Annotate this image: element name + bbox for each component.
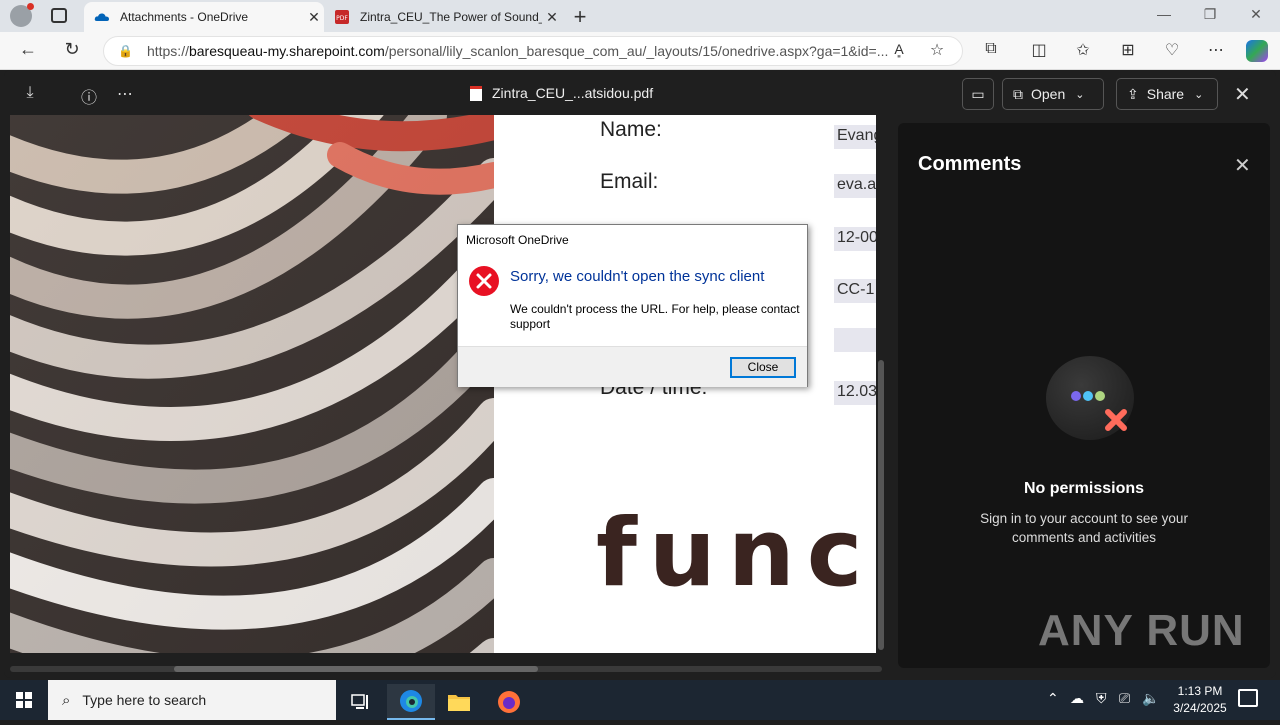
tab-onedrive[interactable]: Attachments - OneDrive ✕ [84,2,324,32]
show-hidden-icons-icon[interactable]: ⌃ [1047,690,1059,707]
restore-icon[interactable]: ❐ [1187,6,1233,23]
volume-icon[interactable]: 🔈 [1142,690,1159,707]
url-domain: baresqueau-my.sharepoint.com [188,43,385,59]
clock-date: 3/24/2025 [1173,701,1227,715]
dialog-close-button[interactable]: Close [730,357,796,378]
open-button[interactable]: ⧉ Open ⌄ [1002,78,1104,110]
onedrive-tray-icon[interactable]: ☁ [1070,690,1084,707]
pdf-icon: PDF [334,9,350,25]
error-icon [469,266,499,296]
vertical-scrollbar[interactable] [878,360,884,650]
dialog-heading: Sorry, we couldn't open the sync client [510,268,765,285]
open-external-icon: ⧉ [1013,85,1023,102]
url-field[interactable]: 🔒 https://baresqueau-my.sharepoint.com/p… [103,36,963,66]
onedrive-icon [94,9,110,25]
favorite-star-icon[interactable]: ☆ [926,40,948,60]
taskbar-search[interactable]: ⌕ Type here to search [48,680,336,720]
dialog-footer: Close [458,346,807,387]
close-tab-icon[interactable]: ✕ [304,9,324,26]
network-icon[interactable]: ⎚ [1119,690,1130,707]
edge-taskbar-icon[interactable] [387,684,435,720]
more-menu-icon[interactable]: ⋯ [1205,40,1227,60]
close-comments-icon[interactable]: ✕ [1234,153,1251,178]
info-icon[interactable]: ⓘ [78,84,100,108]
no-permissions-title: No permissions [1023,480,1145,497]
chevron-down-icon: ⌄ [1075,88,1085,101]
refresh-icon[interactable]: ↻ [60,39,84,60]
notifications-icon[interactable] [1238,689,1258,707]
extensions-icon[interactable]: ⧉ [980,40,1002,58]
lock-icon: 🔒 [118,44,133,58]
tab-title: Attachments - OneDrive [120,10,249,24]
more-options-icon[interactable]: ⋯ [114,84,136,104]
back-icon[interactable]: ← [16,39,40,60]
field-value: CC-1 [834,279,876,303]
comments-panel: Comments ✕ No permissions Sign in to you… [898,123,1270,668]
task-view-icon[interactable] [336,684,384,720]
firefox-icon[interactable] [485,684,533,720]
copilot-icon[interactable] [1246,40,1268,62]
new-tab-icon[interactable]: + [568,4,592,30]
onedrive-error-dialog: Microsoft OneDrive Sorry, we couldn't op… [457,224,808,387]
email-value: eva.a [834,174,876,198]
system-clock[interactable]: 1:13 PM 3/24/2025 [1160,683,1240,717]
minimize-icon[interactable]: — [1141,6,1187,22]
share-label: Share [1146,86,1185,102]
no-permissions-text: Sign in to your account to see your comm… [980,511,1188,545]
download-icon[interactable]: ⤓ [19,84,41,102]
browser-tab-bar: Attachments - OneDrive ✕ PDF Zintra_CEU_… [0,0,1280,32]
tab-actions-icon[interactable] [51,8,67,23]
comments-title: Comments [918,153,1022,175]
svg-text:PDF: PDF [336,15,348,22]
chevron-down-icon: ⌄ [1194,88,1204,101]
browser-essentials-icon[interactable]: ♡ [1161,40,1183,60]
windows-start-icon[interactable] [0,680,48,720]
file-name: Zintra_CEU_...atsidou.pdf [470,85,653,101]
date-time-value: 12.03 [834,381,876,405]
anyrun-watermark: ANY RUN [1038,606,1245,655]
search-placeholder: Type here to search [82,692,207,708]
cover-photo [10,115,494,653]
windows-taskbar: ⌕ Type here to search ⌃ ☁ ⛨ ⎚ 🔈 1:13 PM … [0,680,1280,720]
share-button[interactable]: ⇪ Share ⌄ [1116,78,1218,110]
share-icon: ⇪ [1127,85,1139,102]
comments-button[interactable]: ▭ [962,78,994,110]
url-path: /personal/lily_scanlon_baresque_com_au/_… [384,43,889,59]
tab-pdf[interactable]: PDF Zintra_CEU_The Power of Sound_ ✕ [326,2,562,32]
open-label: Open [1031,86,1066,102]
security-tray-icon[interactable]: ⛨ [1096,690,1107,707]
brand-logo-text: func [596,499,875,608]
comment-icon: ▭ [971,85,985,102]
clock-time: 1:13 PM [1177,684,1223,698]
dialog-message: We couldn't process the URL. For help, p… [510,302,800,331]
name-label: Name: [600,118,662,141]
window-close-icon[interactable]: ✕ [1233,6,1279,23]
split-screen-icon[interactable]: ◫ [1028,40,1050,60]
profile-avatar[interactable] [10,3,34,27]
no-permissions-illustration-icon [1046,356,1134,440]
field-value: 12-00 [834,227,876,251]
viewer-toolbar: ⤓ ⓘ ⋯ Zintra_CEU_...atsidou.pdf ▭ ⧉ Open… [4,70,1276,118]
horizontal-scrollbar[interactable] [174,666,538,672]
address-toolbar: ← ↻ 🔒 https://baresqueau-my.sharepoint.c… [0,32,1280,70]
url-scheme: https:// [146,43,189,59]
email-label: Email: [600,170,659,193]
dialog-title: Microsoft OneDrive [466,233,569,247]
name-value: Evang [834,125,876,149]
tab-title: Zintra_CEU_The Power of Sound_ [360,10,542,24]
collections-icon[interactable]: ⊞ [1117,40,1139,60]
close-viewer-icon[interactable]: ✕ [1234,82,1251,107]
read-aloud-icon[interactable]: A͈ [888,41,910,57]
search-icon: ⌕ [62,691,71,709]
file-name-text: Zintra_CEU_...atsidou.pdf [492,85,654,101]
pdf-file-icon [470,85,482,101]
field-value [834,328,876,352]
file-explorer-icon[interactable] [435,684,483,720]
favorites-icon[interactable]: ✩ [1072,40,1094,60]
close-tab-icon[interactable]: ✕ [542,9,562,26]
